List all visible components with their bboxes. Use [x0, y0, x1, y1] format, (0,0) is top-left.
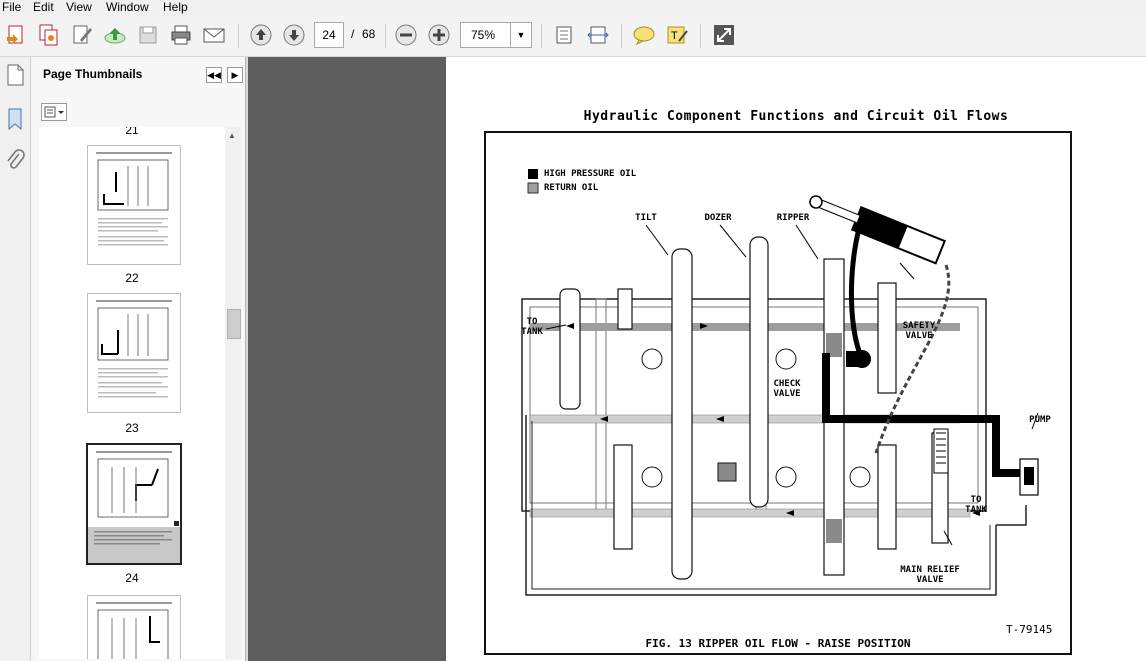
zoom-value: 75% — [471, 28, 496, 42]
menu-file[interactable]: File — [2, 0, 21, 14]
scroll-up-icon[interactable]: ▲ — [228, 131, 236, 140]
thumbnail-preview — [96, 602, 172, 659]
thumbnail-preview — [96, 300, 172, 398]
zoom-select[interactable]: 75% ▼ — [460, 22, 532, 48]
next-page-icon[interactable] — [282, 23, 306, 47]
label-ripper: RIPPER — [776, 213, 810, 223]
label-safety-valve: SAFETY VALVE — [902, 321, 936, 341]
prev-page-icon[interactable] — [249, 23, 273, 47]
edit-icon[interactable] — [70, 23, 94, 47]
options-list-icon — [44, 106, 64, 118]
thumbnail-page-24-selected[interactable] — [86, 443, 182, 565]
document-title: Hydraulic Component Functions and Circui… — [583, 109, 1009, 124]
email-icon[interactable] — [202, 23, 226, 47]
menu-edit[interactable]: Edit — [33, 0, 54, 14]
thumbnail-options-button[interactable] — [41, 103, 67, 121]
total-pages: 68 — [362, 27, 376, 41]
svg-text:T: T — [671, 30, 678, 42]
thumbnail-label: 22 — [125, 271, 139, 285]
bookmarks-icon[interactable] — [4, 107, 26, 134]
save-icon[interactable] — [136, 23, 160, 47]
label-to-tank-right: TO TANK — [965, 495, 987, 515]
upload-icon[interactable] — [103, 23, 127, 47]
figure-code: T-79145 — [1006, 623, 1053, 636]
figure-caption-text: FIG. 13 RIPPER OIL FLOW - RAISE POSITION — [641, 637, 915, 650]
thumbnail-label: 21 — [125, 127, 139, 137]
menu-window[interactable]: Window — [106, 0, 149, 14]
thumbnail-scrollbar[interactable]: ▲ — [225, 127, 241, 659]
thumbnail-page-25[interactable] — [87, 595, 181, 659]
thumbnail-page-23[interactable] — [87, 293, 181, 413]
figure-caption: FIG. 13 RIPPER OIL FLOW - RAISE POSITION — [486, 637, 1070, 650]
thumbnails-panel: Page Thumbnails ◀◀ ▶ 21 22 23 24 ▲ — [31, 57, 246, 661]
thumbnail-preview — [88, 451, 180, 563]
zoom-in-icon[interactable] — [427, 23, 451, 47]
fit-page-icon[interactable] — [552, 23, 576, 47]
page-separator: / — [351, 27, 355, 41]
label-to-tank-left: TO TANK — [521, 317, 543, 337]
toolbar-separator — [238, 24, 239, 48]
highlight-icon[interactable]: T — [665, 23, 689, 47]
print-icon[interactable] — [169, 23, 193, 47]
comment-icon[interactable] — [632, 23, 656, 47]
chevron-down-icon[interactable]: ▼ — [510, 23, 531, 47]
document-background — [248, 57, 446, 661]
legend-return-oil: RETURN OIL — [544, 183, 599, 193]
page-thumbnails-icon[interactable] — [4, 63, 26, 90]
legend-high-pressure: HIGH PRESSURE OIL — [544, 169, 637, 179]
legend-high-swatch — [528, 169, 538, 179]
close-panel-icon[interactable]: ▶ — [227, 67, 243, 83]
label-main-relief-valve: MAIN RELIEF VALVE — [900, 565, 960, 585]
thumbnail-list: 21 22 23 24 — [39, 127, 225, 659]
menu-bar: File Edit View Window Help — [0, 0, 1146, 16]
thumbnail-label: 23 — [125, 421, 139, 435]
legend-return-swatch — [527, 182, 539, 194]
label-dozer: DOZER — [704, 213, 732, 223]
toolbar-separator — [541, 24, 542, 48]
combine-files-icon[interactable] — [36, 23, 60, 47]
thumbnail-preview — [96, 152, 172, 246]
thumbnail-page-22[interactable] — [87, 145, 181, 265]
expand-icon[interactable] — [712, 23, 736, 47]
toolbar-separator — [385, 24, 386, 48]
label-pump: PUMP — [1029, 415, 1051, 425]
toolbar-separator — [700, 24, 701, 48]
panel-title: Page Thumbnails — [43, 67, 143, 81]
label-tilt: TILT — [635, 213, 657, 223]
page-number-input[interactable]: 24 — [314, 22, 344, 48]
label-check-valve: CHECK VALVE — [773, 379, 801, 399]
collapse-panel-icon[interactable]: ◀◀ — [206, 67, 222, 83]
hydraulic-diagram: HIGH PRESSURE OIL RETURN OIL TILT DOZER … — [484, 131, 1072, 655]
toolbar-separator — [621, 24, 622, 48]
menu-help[interactable]: Help — [163, 0, 188, 14]
document-page: Hydraulic Component Functions and Circui… — [446, 57, 1146, 661]
scrollbar-thumb[interactable] — [227, 309, 241, 339]
thumbnail-label: 24 — [125, 571, 139, 585]
menu-view[interactable]: View — [66, 0, 92, 14]
toolbar: 24 / 68 75% ▼ T — [0, 16, 1146, 57]
attachments-icon[interactable] — [4, 149, 26, 176]
navigation-rail — [0, 57, 31, 661]
fit-width-icon[interactable] — [586, 23, 610, 47]
create-pdf-icon[interactable] — [4, 23, 28, 47]
zoom-out-icon[interactable] — [394, 23, 418, 47]
